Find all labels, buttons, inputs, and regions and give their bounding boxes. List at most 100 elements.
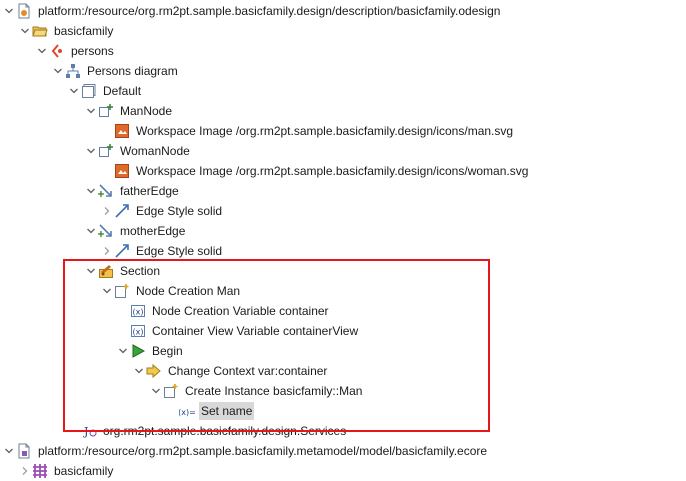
- tree-node-label: Workspace Image /org.rm2pt.sample.basicf…: [136, 124, 514, 138]
- tree-node-label: Workspace Image /org.rm2pt.sample.basicf…: [136, 164, 529, 178]
- tree-node-label: persons: [71, 44, 114, 58]
- layer-default-node[interactable]: Default: [67, 81, 143, 101]
- node-creation-icon: [114, 283, 130, 299]
- svg-text:J: J: [83, 425, 88, 438]
- create-instance-icon: [163, 383, 179, 399]
- expand-toggle-icon[interactable]: [84, 221, 98, 241]
- diagram-persons-node[interactable]: Persons diagram: [51, 61, 180, 81]
- tree-node-label: Edge Style solid: [136, 204, 223, 218]
- expand-toggle-icon[interactable]: [84, 101, 98, 121]
- svg-text:(x): (x): [133, 308, 144, 317]
- node-mapping-icon: [98, 143, 114, 159]
- toggle-spacer: [100, 161, 114, 181]
- node-womannode[interactable]: WomanNode: [84, 141, 192, 161]
- tree-node-label: Begin: [152, 344, 183, 358]
- section-icon: [98, 263, 114, 279]
- viewpoint-persons-node[interactable]: persons: [35, 41, 116, 61]
- toggle-spacer: [116, 321, 130, 341]
- java-services-node[interactable]: Jorg.rm2pt.sample.basicfamily.design.Ser…: [67, 421, 348, 441]
- java-extension-icon: J: [81, 423, 97, 439]
- expand-toggle-icon[interactable]: [35, 41, 49, 61]
- expand-toggle-icon[interactable]: [149, 381, 163, 401]
- edge-mapping-icon: [98, 223, 114, 239]
- change-context-icon: [146, 363, 162, 379]
- toggle-spacer: [116, 301, 130, 321]
- variable-containerview-node[interactable]: (x) Container View Variable containerView: [116, 321, 360, 341]
- tree-node-label: Default: [103, 84, 142, 98]
- edge-fatheredge-node[interactable]: fatherEdge: [84, 181, 181, 201]
- tree-node-label: platform:/resource/org.rm2pt.sample.basi…: [38, 444, 488, 458]
- edge-style-icon: [114, 203, 130, 219]
- edge-style-father-node[interactable]: Edge Style solid: [100, 201, 224, 221]
- node-mannode[interactable]: ManNode: [84, 101, 174, 121]
- viewpoint-icon: [49, 43, 65, 59]
- tree-node-label: Change Context var:container: [168, 364, 328, 378]
- edge-motheredge-node[interactable]: motherEdge: [84, 221, 187, 241]
- tree-node-label: platform:/resource/org.rm2pt.sample.basi…: [38, 4, 501, 18]
- node-creation-man-node[interactable]: Node Creation Man: [100, 281, 242, 301]
- section-node[interactable]: Section: [84, 261, 162, 281]
- set-name-node[interactable]: (x)= Set name: [165, 401, 255, 421]
- collapse-toggle-icon[interactable]: [100, 201, 114, 221]
- variable-icon: (x): [130, 323, 146, 339]
- folder-open-icon: [32, 23, 48, 39]
- create-instance-node[interactable]: Create Instance basicfamily::Man: [149, 381, 364, 401]
- tree-node-label: Container View Variable containerView: [152, 324, 359, 338]
- expand-toggle-icon[interactable]: [51, 61, 65, 81]
- expand-toggle-icon[interactable]: [132, 361, 146, 381]
- tree-node-label: WomanNode: [120, 144, 190, 158]
- tree-node-label: ManNode: [120, 104, 173, 118]
- workspace-image-icon: [114, 123, 130, 139]
- edge-style-icon: [114, 243, 130, 259]
- begin-icon: [130, 343, 146, 359]
- svg-text:(x): (x): [133, 328, 144, 337]
- node-mapping-icon: [98, 103, 114, 119]
- change-context-node[interactable]: Change Context var:container: [132, 361, 329, 381]
- expand-toggle-icon[interactable]: [84, 141, 98, 161]
- svg-text:(x)=: (x)=: [179, 408, 195, 417]
- layer-icon: [81, 83, 97, 99]
- variable-container-node[interactable]: (x) Node Creation Variable container: [116, 301, 331, 321]
- expand-toggle-icon[interactable]: [116, 341, 130, 361]
- ecore-resource-icon: [16, 443, 32, 459]
- begin-node[interactable]: Begin: [116, 341, 185, 361]
- tree-node-label: basicfamily: [54, 24, 114, 38]
- edge-style-mother-node[interactable]: Edge Style solid: [100, 241, 224, 261]
- expand-toggle-icon[interactable]: [84, 181, 98, 201]
- collapse-toggle-icon[interactable]: [18, 461, 32, 481]
- expand-toggle-icon[interactable]: [18, 21, 32, 41]
- workspace-image-icon: [114, 163, 130, 179]
- set-value-icon: (x)=: [179, 403, 195, 419]
- tree-node-label: Node Creation Man: [136, 284, 241, 298]
- variable-icon: (x): [130, 303, 146, 319]
- expand-toggle-icon[interactable]: [67, 81, 81, 101]
- expand-toggle-icon[interactable]: [2, 1, 16, 21]
- odesign-resource-icon: [16, 3, 32, 19]
- collapse-toggle-icon[interactable]: [100, 241, 114, 261]
- epackage-icon: [32, 463, 48, 479]
- edge-mapping-icon: [98, 183, 114, 199]
- tree-node-label: Edge Style solid: [136, 244, 223, 258]
- tree-node-label: Section: [120, 264, 161, 278]
- resource-odesign-node[interactable]: platform:/resource/org.rm2pt.sample.basi…: [2, 1, 502, 21]
- style-man-image-node[interactable]: Workspace Image /org.rm2pt.sample.basicf…: [100, 121, 515, 141]
- toggle-spacer: [100, 121, 114, 141]
- odesign-tree-view[interactable]: platform:/resource/org.rm2pt.sample.basi…: [0, 0, 686, 478]
- tree-node-label: motherEdge: [120, 224, 186, 238]
- toggle-spacer: [165, 401, 179, 421]
- expand-toggle-icon[interactable]: [100, 281, 114, 301]
- tree-node-label: fatherEdge: [120, 184, 179, 198]
- expand-toggle-icon[interactable]: [2, 441, 16, 461]
- package-basicfamily-node[interactable]: basicfamily: [18, 461, 115, 481]
- tree-node-label: Create Instance basicfamily::Man: [185, 384, 363, 398]
- resource-ecore-node[interactable]: platform:/resource/org.rm2pt.sample.basi…: [2, 441, 489, 461]
- tree-node-label: Set name: [199, 402, 255, 420]
- expand-toggle-icon[interactable]: [84, 261, 98, 281]
- style-woman-image-node[interactable]: Workspace Image /org.rm2pt.sample.basicf…: [100, 161, 530, 181]
- group-basicfamily-node[interactable]: basicfamily: [18, 21, 115, 41]
- tree-node-label: Node Creation Variable container: [152, 304, 329, 318]
- tree-node-label: org.rm2pt.sample.basicfamily.design.Serv…: [103, 424, 347, 438]
- tree-node-label: Persons diagram: [87, 64, 178, 78]
- diagram-icon: [65, 63, 81, 79]
- toggle-spacer: [67, 421, 81, 441]
